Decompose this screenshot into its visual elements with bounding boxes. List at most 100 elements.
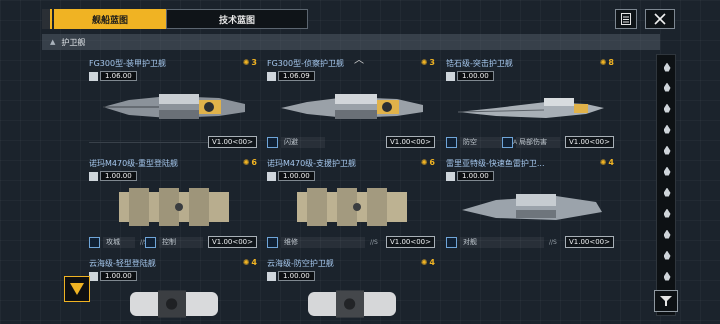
siege-icon <box>89 236 100 248</box>
stat-value: 1.00.00 <box>100 171 137 181</box>
gear-icon: ✺ <box>420 258 428 267</box>
ship-image <box>308 290 396 318</box>
ship-stat: 1.06.09 <box>267 71 315 81</box>
skill-tag: 对舰 //S <box>446 236 557 248</box>
ship-class-icon <box>663 271 671 281</box>
ship-class-icon <box>663 145 671 155</box>
rail-filter-6[interactable] <box>660 184 674 200</box>
ship-name: 锆石级-突击护卫舰 <box>446 59 513 68</box>
rail-filter-8[interactable] <box>660 226 674 242</box>
ship-card[interactable]: 诺玛M470级-支援护卫舰 ✺ 6 1.00.00 维修 //S V1.00<00… <box>267 158 435 248</box>
ship-card[interactable]: FG300型-侦察护卫舰 ✺ 3 1.06.09 闪避 V1.00<00> <box>267 58 435 148</box>
skill-tag: 闪避 <box>267 136 325 148</box>
version-badge: V1.00<00> <box>207 136 257 148</box>
version-badge: V1.00<00> <box>564 136 614 148</box>
scroll-down-button[interactable] <box>64 276 90 302</box>
collapse-triangle-icon: ▲ <box>50 38 56 46</box>
card-footer: 攻城 //S 控制 V1.00<00> <box>89 235 257 248</box>
blueprint-count: ✺ 4 <box>420 258 435 267</box>
card-footer: 对舰 //S V1.00<00> <box>446 235 614 248</box>
ship-name: 云海级-防空护卫舰 <box>267 259 334 268</box>
tab-ship-blueprint[interactable]: 舰船蓝图 <box>54 9 166 29</box>
ship-class-icon <box>663 62 671 72</box>
rail-filter-5[interactable] <box>660 163 674 179</box>
section-header[interactable]: ▲ 护卫舰 <box>42 34 660 50</box>
ship-image <box>462 194 602 220</box>
ship-card[interactable]: 雷里亚特级-快速鱼雷护卫... ✺ 4 1.00.00 对舰 //S V1.00<… <box>446 158 614 248</box>
skill-tag: 攻城 //S <box>89 236 148 248</box>
skill-tag: 控制 <box>145 236 203 248</box>
tab-marker <box>42 9 52 29</box>
repair-icon <box>267 236 278 248</box>
ship-class-rail <box>656 54 676 316</box>
gear-icon: ✺ <box>420 158 428 167</box>
blueprint-count: ✺ 4 <box>599 158 614 167</box>
rail-filter-2[interactable] <box>660 100 674 116</box>
ship-stat: 1.00.00 <box>446 71 494 81</box>
stat-icon <box>267 271 276 281</box>
card-footer: 维修 //S V1.00<00> <box>267 235 435 248</box>
ship-image <box>281 94 423 119</box>
gear-icon: ✺ <box>599 158 607 167</box>
ship-card[interactable]: 云海级-轻型登陆舰 ✺ 4 1.00.00 <box>89 258 257 324</box>
card-footer: 防空 //A 局部伤害 V1.00<00> <box>446 135 614 148</box>
ship-class-icon <box>663 208 671 218</box>
top-tabs: 舰船蓝图 技术蓝图 <box>54 9 308 29</box>
rail-filter-all[interactable] <box>660 59 674 75</box>
version-badge: V1.00<00> <box>385 136 435 148</box>
list-button[interactable] <box>615 9 637 29</box>
ship-name: FG300型-侦察护卫舰 <box>267 59 344 68</box>
ship-image <box>297 188 407 226</box>
clipboard-list-icon <box>621 13 631 25</box>
filter-button[interactable] <box>654 290 678 312</box>
stat-icon <box>267 71 276 81</box>
ship-name: 诺玛M470级-支援护卫舰 <box>267 159 357 168</box>
ship-stat: 1.00.00 <box>267 271 315 281</box>
stat-value: 1.00.00 <box>278 171 315 181</box>
blueprint-count: ✺ 3 <box>420 58 435 67</box>
blueprint-count: ✺ 4 <box>242 258 257 267</box>
tab-tech-blueprint[interactable]: 技术蓝图 <box>166 9 308 29</box>
area-damage-icon <box>502 136 513 148</box>
gear-icon: ✺ <box>242 158 250 167</box>
stat-icon <box>89 271 98 281</box>
ship-card[interactable]: 诺玛M470级-重型登陆舰 ✺ 6 1.00.00 攻城 //S 控制 V1.00… <box>89 158 257 248</box>
rail-filter-10[interactable] <box>660 268 674 284</box>
ship-card[interactable]: 云海级-防空护卫舰 ✺ 4 1.00.00 <box>267 258 435 324</box>
ship-class-icon <box>663 124 671 134</box>
card-footer: V1.00<00> <box>89 135 257 148</box>
stat-icon <box>89 71 98 81</box>
ship-class-icon <box>663 187 671 197</box>
version-badge: V1.00<00> <box>564 236 614 248</box>
stat-icon <box>267 171 276 181</box>
section-title: 护卫舰 <box>61 37 86 47</box>
ship-name: 雷里亚特级-快速鱼雷护卫... <box>446 159 545 168</box>
rail-filter-7[interactable] <box>660 205 674 221</box>
rail-filter-3[interactable] <box>660 121 674 137</box>
ship-image <box>457 98 604 118</box>
triangle-down-icon <box>70 283 84 295</box>
gear-icon: ✺ <box>242 58 250 67</box>
ship-card[interactable]: 锆石级-突击护卫舰 ✺ 8 1.00.00 防空 //A 局部伤害 V1.00<0… <box>446 58 614 148</box>
rail-filter-1[interactable] <box>660 79 674 95</box>
ship-card[interactable]: FG300型-装甲护卫舰 ✺ 3 1.06.00 V1.00<00> <box>89 58 257 148</box>
stat-value: 1.06.09 <box>278 71 315 81</box>
card-footer: 闪避 V1.00<00> <box>267 135 435 148</box>
stat-icon <box>89 171 98 181</box>
ship-image <box>119 188 229 226</box>
skill-tag: 维修 //S <box>267 236 378 248</box>
anti-air-icon <box>446 136 457 148</box>
ship-stat: 1.06.00 <box>89 71 137 81</box>
ship-name: 诺玛M470级-重型登陆舰 <box>89 159 179 168</box>
ship-name: FG300型-装甲护卫舰 <box>89 59 166 68</box>
skill-tag: 局部伤害 <box>502 136 560 148</box>
rail-filter-9[interactable] <box>660 247 674 263</box>
close-button[interactable] <box>645 9 675 29</box>
rail-filter-4[interactable] <box>660 142 674 158</box>
blueprint-count: ✺ 3 <box>242 58 257 67</box>
blueprint-count: ✺ 8 <box>599 58 614 67</box>
control-icon <box>145 236 156 248</box>
gear-icon: ✺ <box>599 58 607 67</box>
ship-image <box>103 94 245 119</box>
ship-class-icon <box>663 229 671 239</box>
